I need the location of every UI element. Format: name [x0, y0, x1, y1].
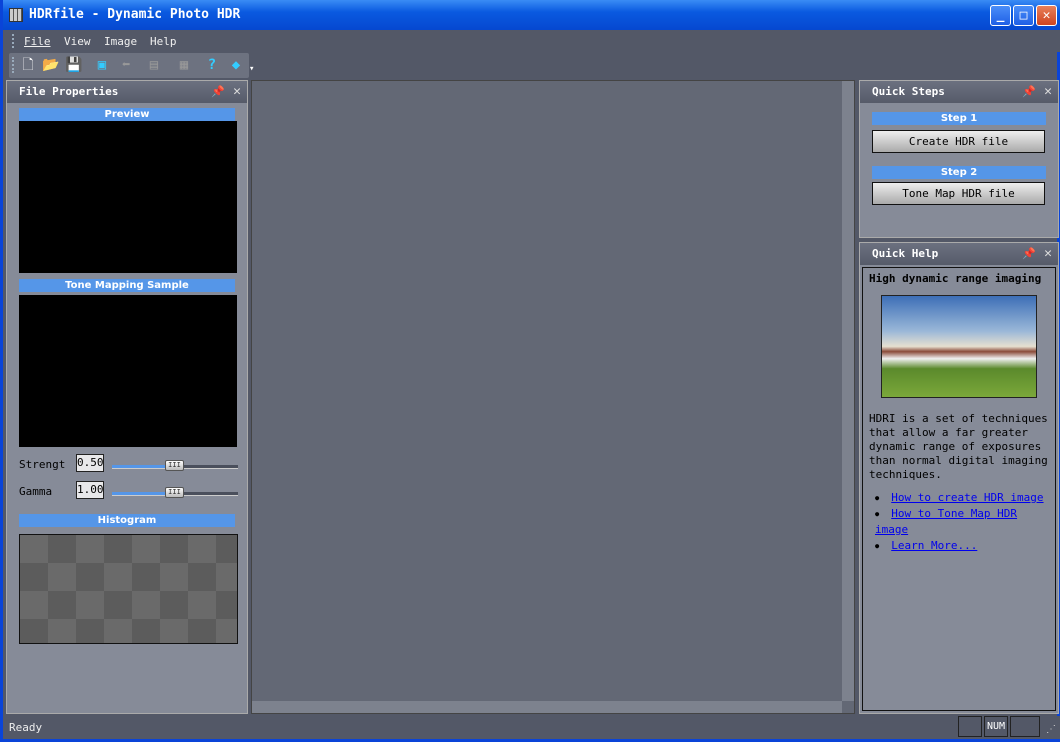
- menu-image[interactable]: Image: [104, 35, 137, 48]
- status-box: [1010, 716, 1040, 737]
- num-indicator: NUM: [984, 716, 1008, 737]
- new-icon[interactable]: 🗋: [19, 56, 37, 74]
- menu-view[interactable]: View: [64, 35, 91, 48]
- menu-help[interactable]: Help: [150, 35, 177, 48]
- menu-grip[interactable]: [12, 34, 14, 48]
- title-bar: HDRfile - Dynamic Photo HDR _ □ ✕: [3, 0, 1060, 30]
- create-hdr-button[interactable]: Create HDR file: [872, 130, 1045, 153]
- app-window: HDRfile - Dynamic Photo HDR _ □ ✕ File V…: [0, 0, 1060, 742]
- pin-icon[interactable]: 📌: [1022, 243, 1036, 265]
- resize-grip-icon[interactable]: ⋰: [1046, 724, 1056, 735]
- quick-steps-panel: Quick Steps 📌 ✕ Step 1 Create HDR file Ste…: [859, 80, 1059, 238]
- open-icon[interactable]: 📂: [42, 56, 60, 74]
- preview-label: Preview: [19, 108, 235, 121]
- toolbar: 🗋 📂 💾 ▣ ⬅ ▤ ▦ ? ◆: [9, 53, 249, 78]
- save-icon[interactable]: 💾: [65, 56, 83, 74]
- help-content: High dynamic range imaging HDRI is a set…: [862, 267, 1056, 711]
- histogram-label: Histogram: [19, 514, 235, 527]
- window-title: HDRfile - Dynamic Photo HDR: [29, 7, 241, 22]
- maximize-button[interactable]: □: [1013, 5, 1034, 26]
- book-icon[interactable]: ◆: [227, 56, 245, 74]
- vertical-scrollbar[interactable]: [842, 81, 854, 701]
- preview-image: [19, 121, 237, 273]
- quick-help-panel: Quick Help 📌 ✕ High dynamic range imaging …: [859, 242, 1059, 714]
- close-button[interactable]: ✕: [1036, 5, 1057, 26]
- pin-icon[interactable]: 📌: [211, 81, 225, 103]
- tone-sample-image: [19, 295, 237, 447]
- tone-map-button[interactable]: Tone Map HDR file: [872, 182, 1045, 205]
- gamma-slider[interactable]: III: [112, 487, 238, 498]
- close-icon[interactable]: ✕: [1044, 243, 1052, 265]
- gamma-input[interactable]: 1.00: [76, 481, 104, 499]
- toolbar-grip[interactable]: [12, 57, 14, 73]
- stack-icon[interactable]: ▤: [145, 56, 163, 74]
- close-icon[interactable]: ✕: [1044, 81, 1052, 103]
- back-icon[interactable]: ⬅: [117, 56, 135, 74]
- status-text: Ready: [9, 721, 43, 734]
- panel-title: Quick Help: [872, 247, 939, 260]
- horizontal-scrollbar[interactable]: [252, 701, 842, 713]
- menu-bar: File View Image Help: [6, 30, 1060, 52]
- strength-input[interactable]: 0.50: [76, 454, 104, 472]
- tone-sample-label: Tone Mapping Sample: [19, 279, 235, 292]
- app-icon: [9, 8, 23, 22]
- toolbar-overflow-icon[interactable]: ▾: [249, 64, 254, 74]
- link-create-hdr[interactable]: How to create HDR image: [891, 491, 1043, 504]
- clipboard-icon[interactable]: ▦: [175, 56, 193, 74]
- help-icon[interactable]: ?: [203, 56, 221, 74]
- status-box: [958, 716, 982, 737]
- minimize-button[interactable]: _: [990, 5, 1011, 26]
- help-body: HDRI is a set of techniques that allow a…: [869, 412, 1048, 481]
- file-properties-panel: File Properties 📌 ✕ Preview Tone Mapping S…: [6, 80, 248, 714]
- slider-thumb[interactable]: III: [165, 460, 184, 471]
- panel-header: File Properties 📌 ✕: [7, 81, 247, 103]
- panel-header: Quick Steps 📌 ✕: [860, 81, 1058, 103]
- close-icon[interactable]: ✕: [233, 81, 241, 103]
- slider-thumb[interactable]: III: [165, 487, 184, 498]
- hdr-sample-photo: [881, 295, 1037, 398]
- pin-icon[interactable]: 📌: [1022, 81, 1036, 103]
- link-tone-map[interactable]: How to Tone Map HDR image: [875, 507, 1017, 536]
- histogram-chart: [19, 534, 238, 644]
- panel-header: Quick Help 📌 ✕: [860, 243, 1058, 265]
- image-canvas[interactable]: [251, 80, 855, 714]
- strength-label: Strengt: [19, 458, 66, 471]
- menu-file[interactable]: File: [24, 35, 51, 48]
- step2-label: Step 2: [872, 166, 1046, 179]
- panel-title: Quick Steps: [872, 85, 945, 98]
- gamma-label: Gamma: [19, 485, 53, 498]
- save-as-icon[interactable]: ▣: [93, 56, 111, 74]
- link-learn-more[interactable]: Learn More...: [891, 539, 977, 552]
- status-bar: Ready NUM ⋰: [6, 716, 1060, 739]
- strength-slider[interactable]: III: [112, 460, 238, 471]
- step1-label: Step 1: [872, 112, 1046, 125]
- panel-title: File Properties: [19, 85, 119, 98]
- help-heading: High dynamic range imaging: [869, 272, 1042, 285]
